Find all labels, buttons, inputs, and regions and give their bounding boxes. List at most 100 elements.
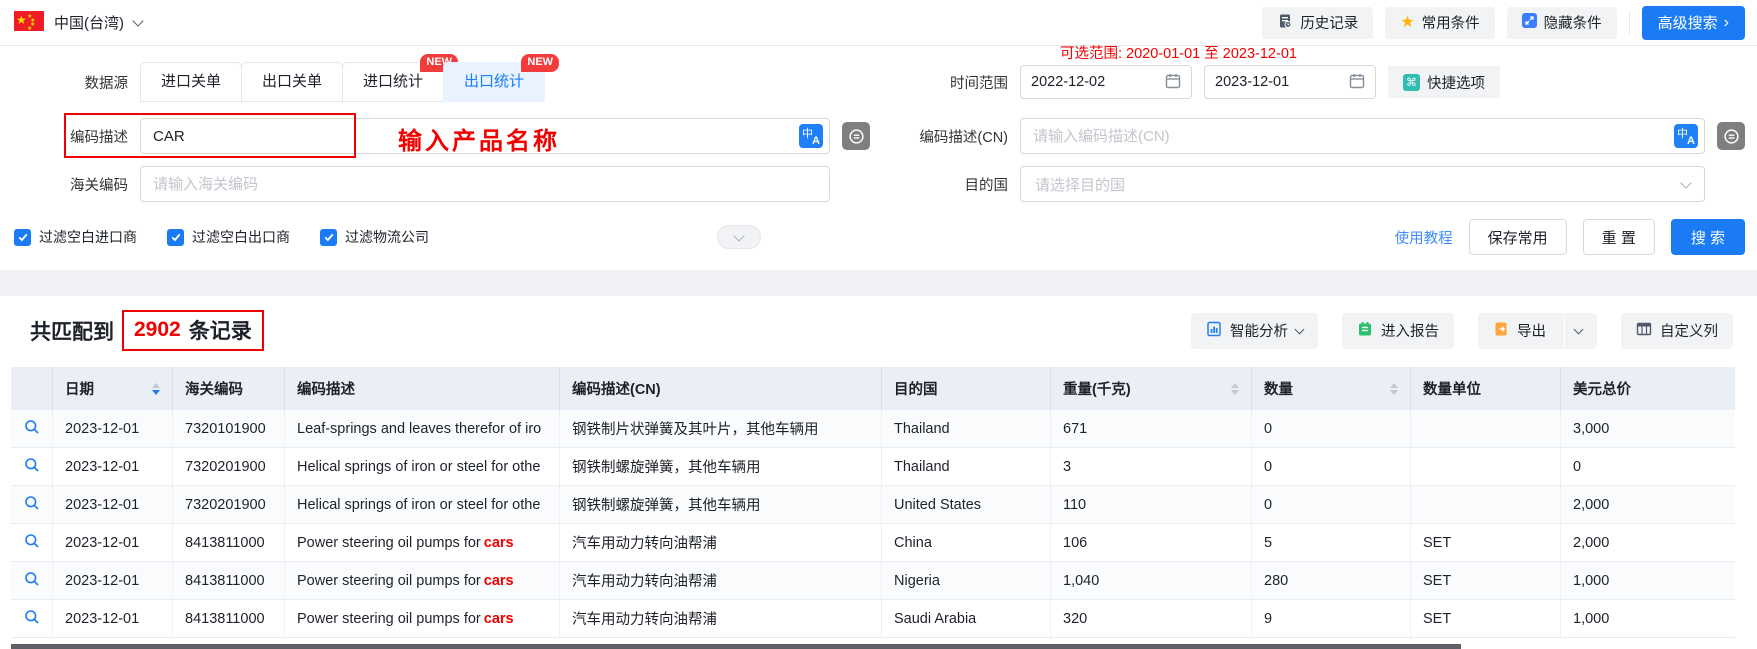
sort-icons[interactable] [152, 382, 160, 395]
row-detail-button[interactable] [11, 486, 53, 523]
cell-qty: 9 [1252, 600, 1411, 637]
cell-unit: SET [1411, 600, 1561, 637]
horizontal-scrollbar[interactable] [11, 644, 1461, 649]
cell-weight: 1,040 [1051, 562, 1252, 599]
end-date-value[interactable] [1215, 74, 1325, 90]
row-detail-button[interactable] [11, 448, 53, 485]
cell-date: 2023-12-01 [53, 448, 173, 485]
cell-date: 2023-12-01 [53, 562, 173, 599]
cell-country: United States [882, 486, 1051, 523]
cell-total: 1,000 [1573, 610, 1610, 627]
china-flag-icon: ★ ★ ★ ★ ★ [14, 11, 44, 34]
checked-checkbox-icon [14, 228, 31, 246]
cell-total: 0 [1573, 458, 1582, 475]
cell-total: 2,000 [1573, 496, 1610, 513]
history-icon [1277, 13, 1293, 33]
custom-columns-button[interactable]: 自定义列 [1621, 312, 1733, 349]
cell-desc: Power steering oil pumps for cars [285, 562, 560, 599]
divider [1564, 313, 1565, 348]
checkbox-filter-logistics[interactable]: 过滤物流公司 [320, 227, 429, 247]
table-row: 2023-12-01 8413811000 Power steering oil… [11, 562, 1735, 600]
calendar-icon [1165, 73, 1181, 92]
advanced-search-button[interactable]: 高级搜索 › [1641, 5, 1745, 40]
magnifier-icon [24, 495, 40, 515]
checkbox-label: 过滤空白出口商 [192, 229, 290, 245]
history-button[interactable]: 历史记录 [1262, 6, 1374, 39]
tab-import-statistics[interactable]: 进口统计 NEW [342, 54, 459, 102]
region-selector[interactable]: ★ ★ ★ ★ ★ 中国(台湾) [14, 11, 144, 34]
time-range-group: 可选范围: 2020-01-01 至 2023-12-01 时间范围 ⌘ 快捷选… [910, 46, 1745, 99]
topbar-actions: 历史记录 ★ 常用条件 隐藏条件 高级搜索 › [1262, 5, 1745, 40]
cell-unit [1411, 410, 1561, 447]
time-range-label: 时间范围 [950, 75, 1008, 92]
export-button[interactable]: 导出 [1478, 312, 1597, 349]
svg-text:★: ★ [16, 13, 27, 27]
hs-code-input[interactable] [153, 175, 823, 193]
exact-match-toggle[interactable] [842, 122, 870, 150]
cell-date: 2023-12-01 [53, 524, 173, 561]
start-date-value[interactable] [1031, 74, 1141, 90]
row-detail-button[interactable] [11, 524, 53, 561]
tutorial-link[interactable]: 使用教程 [1395, 227, 1453, 248]
row-detail-button[interactable] [11, 600, 53, 637]
code-desc-cn-group: 编码描述(CN) 中A [910, 118, 1745, 154]
cell-desc: Helical springs of iron or steel for oth… [285, 448, 560, 485]
cell-desc-cn: 汽车用动力转向油帮浦 [560, 562, 882, 599]
cell-weight: 320 [1051, 600, 1252, 637]
cell-hs-code: 8413811000 [173, 600, 285, 637]
code-desc-field: 中A [140, 118, 830, 154]
col-qty[interactable]: 数量 [1252, 367, 1411, 410]
cell-country: China [882, 524, 1051, 561]
hide-conditions-button[interactable]: 隐藏条件 [1506, 6, 1617, 39]
destination-select[interactable]: 请选择目的国 [1020, 166, 1705, 202]
code-desc-cn-input[interactable] [1033, 127, 1674, 145]
cell-date: 2023-12-01 [53, 486, 173, 523]
expand-filters-button[interactable] [717, 225, 761, 249]
cell-hs-code: 7320101900 [173, 410, 285, 447]
translate-icon[interactable]: 中A [799, 124, 823, 148]
desc-text: Helical springs of iron or steel for oth… [297, 458, 541, 475]
tab-label: 进口关单 [161, 73, 222, 90]
translate-icon[interactable]: 中A [1674, 124, 1698, 148]
checked-checkbox-icon [167, 228, 184, 246]
favorites-button[interactable]: ★ 常用条件 [1385, 6, 1495, 39]
tab-import-declaration[interactable]: 进口关单 [140, 62, 243, 102]
save-common-button[interactable]: 保存常用 [1468, 219, 1567, 255]
row-detail-button[interactable] [11, 562, 53, 599]
smart-analysis-button[interactable]: 智能分析 [1191, 312, 1318, 349]
cell-desc-cn: 汽车用动力转向油帮浦 [560, 524, 882, 561]
chevron-down-icon[interactable] [1573, 324, 1584, 334]
tab-export-statistics[interactable]: 出口统计 NEW [443, 54, 560, 102]
col-date[interactable]: 日期 [53, 367, 173, 410]
arrow-right-icon: › [1723, 13, 1729, 31]
desc-highlight: cars [483, 572, 514, 589]
reset-button[interactable]: 重 置 [1582, 219, 1655, 255]
chevron-down-icon [733, 229, 745, 242]
end-date-input[interactable] [1204, 65, 1376, 99]
count-annotation-box: 2902 条记录 [122, 310, 264, 351]
quick-options-button[interactable]: ⌘ 快捷选项 [1388, 66, 1500, 98]
destination-placeholder: 请选择目的国 [1035, 176, 1126, 194]
checkbox-filter-blank-exporter[interactable]: 过滤空白出口商 [167, 227, 290, 247]
col-weight[interactable]: 重量(千克) [1051, 367, 1252, 410]
code-desc-group: 输入产品名称 编码描述 中A [0, 113, 910, 158]
col-label: 编码描述(CN) [572, 382, 661, 398]
checkbox-filter-blank-importer[interactable]: 过滤空白进口商 [14, 227, 137, 247]
row-detail-button[interactable] [11, 410, 53, 447]
code-desc-input[interactable] [153, 127, 799, 145]
cell-total: 2,000 [1573, 534, 1610, 551]
exact-match-toggle[interactable] [1717, 122, 1745, 150]
sort-icons[interactable] [1390, 382, 1398, 395]
start-date-input[interactable] [1020, 65, 1192, 99]
sort-icons[interactable] [1231, 382, 1239, 395]
history-label: 历史记录 [1300, 16, 1359, 32]
tab-export-declaration[interactable]: 出口关单 [241, 62, 344, 102]
collapse-icon [1521, 13, 1537, 32]
enter-report-button[interactable]: 进入报告 [1342, 312, 1454, 349]
cell-date: 2023-12-01 [53, 600, 173, 637]
trade-data-search-page: ★★★★★ 中国(台湾) 历史记录 ★ 常用条件 隐藏条件 高级搜索 › [0, 0, 1757, 649]
date-range-hint: 可选范围: 2020-01-01 至 2023-12-01 [1060, 46, 1297, 62]
search-button[interactable]: 搜 索 [1670, 219, 1745, 255]
new-badge: NEW [521, 54, 560, 72]
col-detail [11, 367, 53, 410]
